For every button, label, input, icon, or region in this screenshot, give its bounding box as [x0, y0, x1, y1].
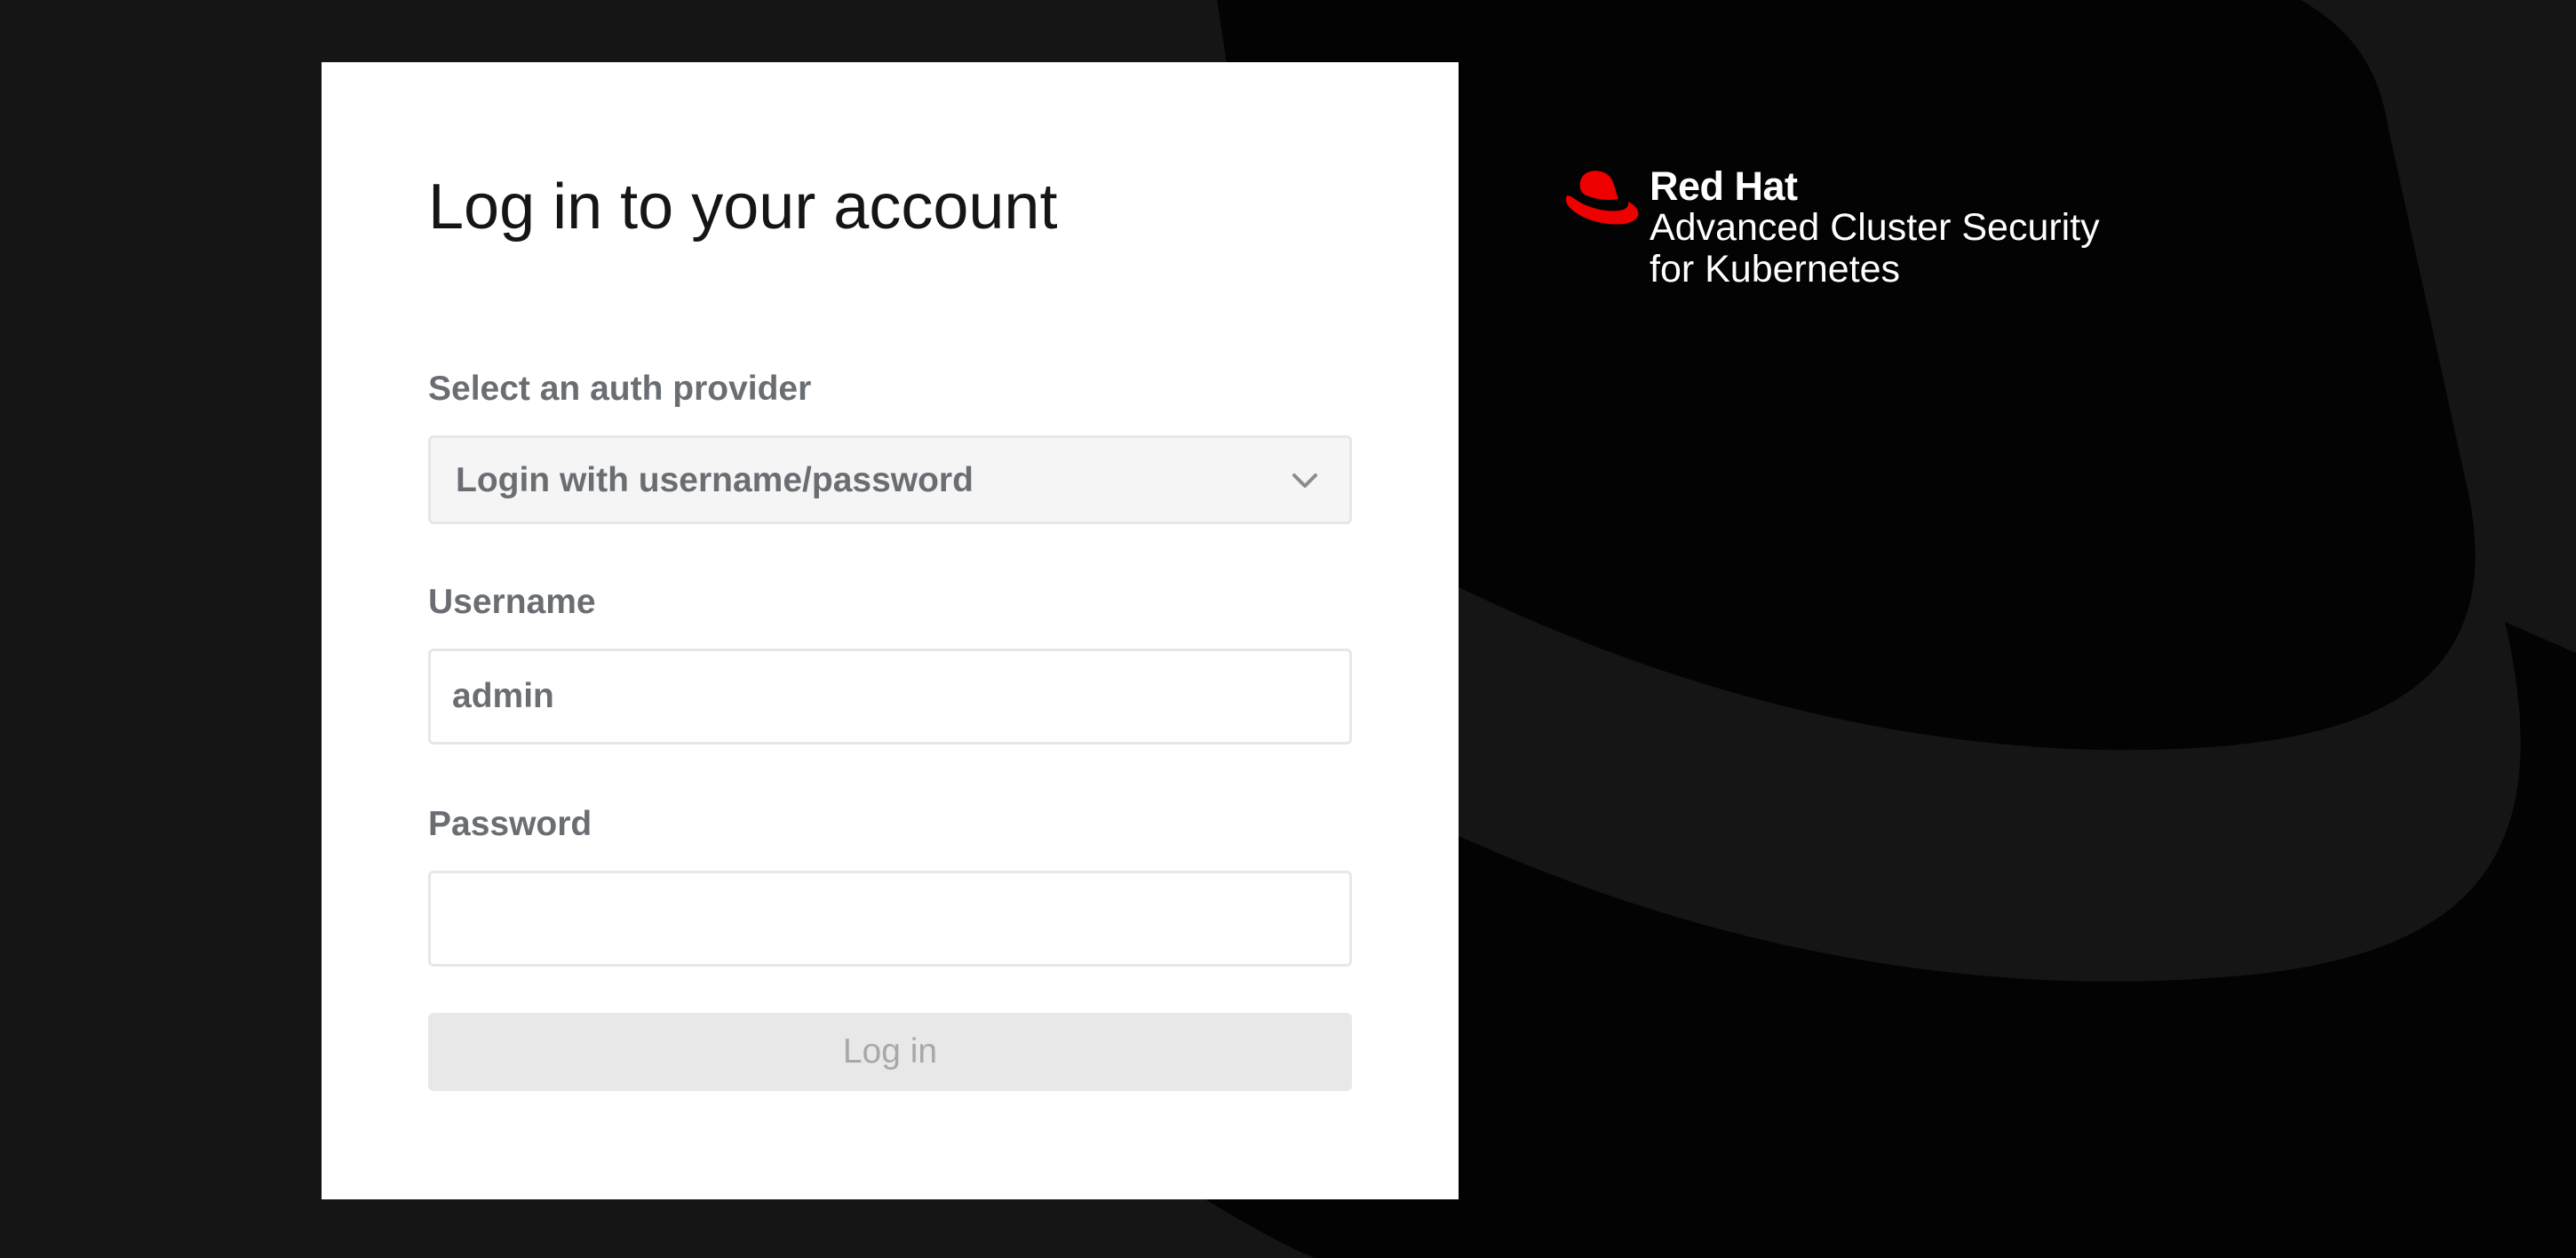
chevron-down-icon: [1292, 474, 1317, 488]
password-label: Password: [428, 805, 592, 843]
product-subtitle: for Kubernetes: [1650, 248, 1901, 291]
login-page: Log in to your account Select an auth pr…: [0, 0, 2576, 1258]
login-button[interactable]: Log in: [428, 1013, 1352, 1091]
username-label: Username: [428, 583, 596, 621]
product-name: Advanced Cluster Security: [1650, 206, 2100, 249]
login-card: Log in to your account Select an auth pr…: [322, 62, 1459, 1199]
username-field[interactable]: [428, 649, 1352, 744]
password-field[interactable]: [428, 871, 1352, 967]
red-hat-fedora-icon: [1565, 171, 1639, 225]
auth-provider-select[interactable]: Login with username/password: [428, 435, 1352, 524]
brand-logo-block: Red Hat Advanced Cluster Security for Ku…: [1563, 164, 2150, 307]
page-title: Log in to your account: [428, 171, 1058, 243]
auth-provider-selected-value: Login with username/password: [456, 461, 974, 499]
auth-provider-label: Select an auth provider: [428, 370, 812, 408]
brand-name: Red Hat: [1650, 163, 1798, 209]
